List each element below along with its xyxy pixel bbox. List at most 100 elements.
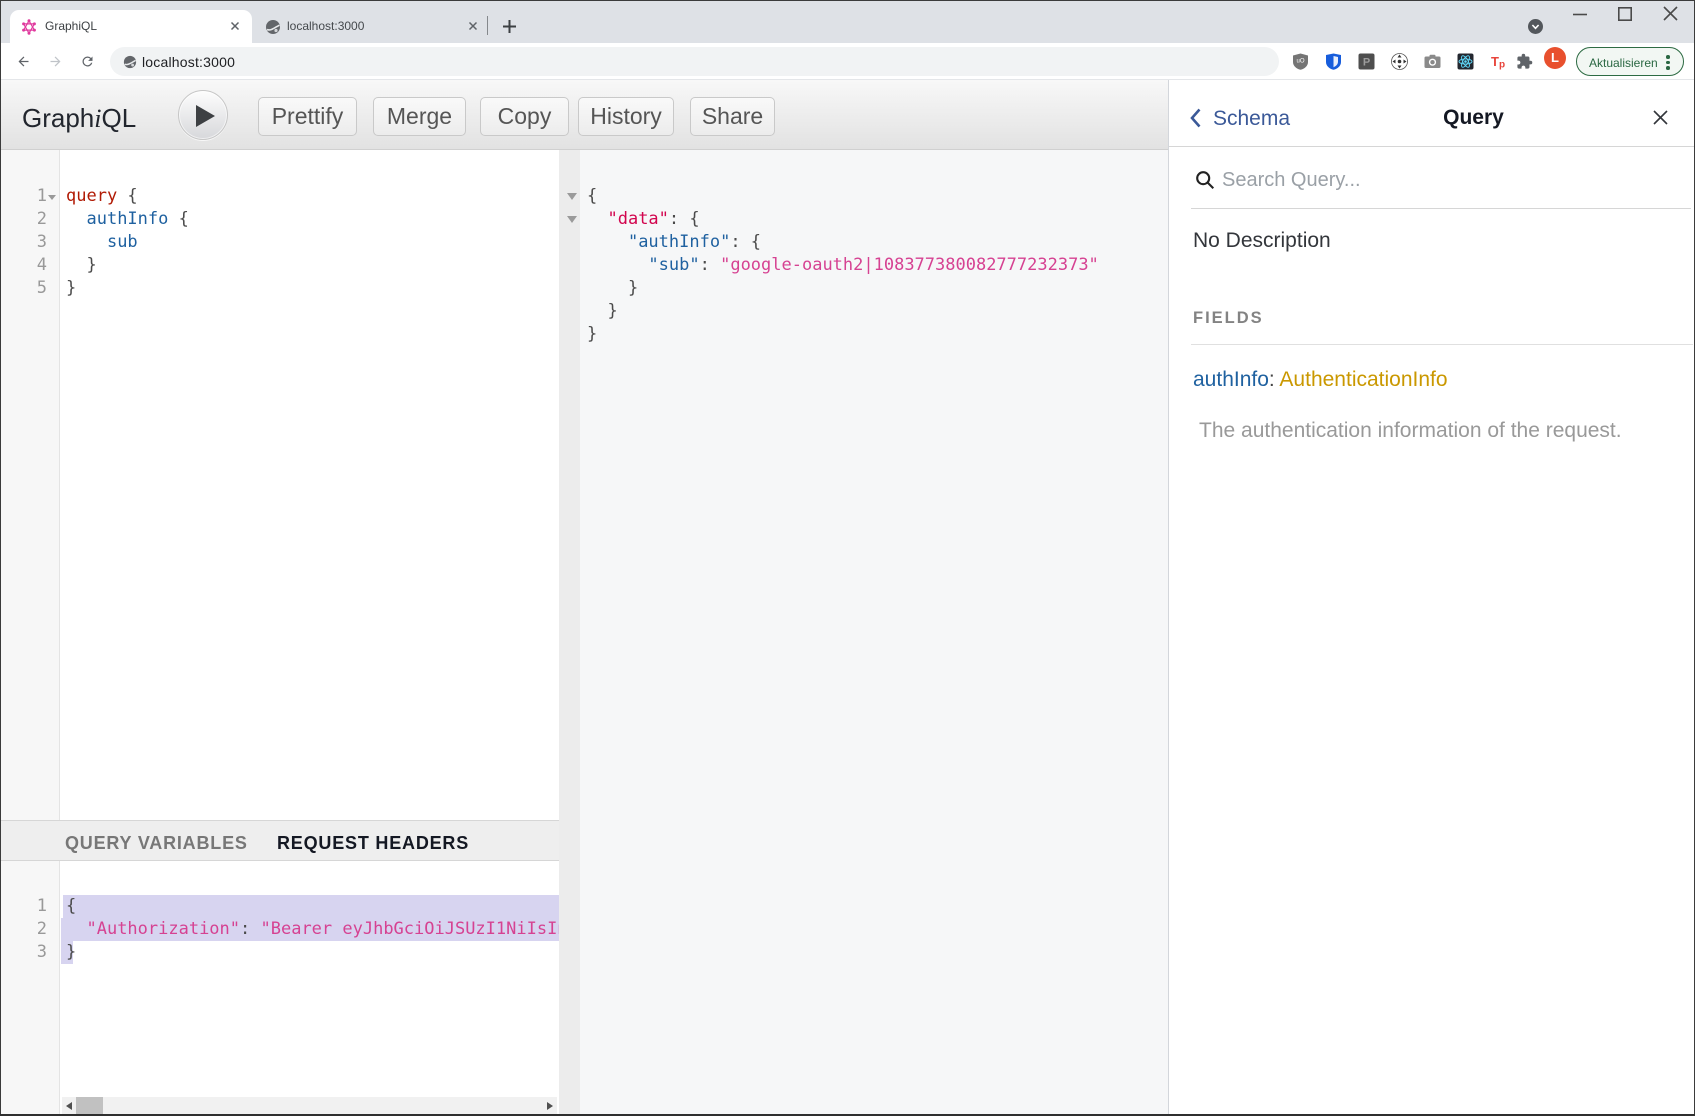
variables-code[interactable]: 1{2 "Authorization": "Bearer eyJhbGciOiJ… — [0, 861, 559, 964]
doc-search-input[interactable]: Search Query... — [1222, 169, 1361, 192]
tab-close-icon[interactable] — [227, 18, 243, 34]
code-line[interactable]: 2 "Authorization": "Bearer eyJhbGciOiJSU… — [0, 918, 559, 941]
extension-bitwarden-icon[interactable] — [1325, 53, 1342, 70]
tab-close-icon[interactable] — [465, 18, 481, 34]
query-code[interactable]: 1 query {2 authInfo {3 sub4 }5} — [0, 150, 559, 300]
fold-arrow-icon[interactable] — [567, 216, 577, 223]
selection-highlight — [63, 895, 559, 918]
graphiql-logo: GraphiQL — [22, 103, 136, 134]
window-maximize-button[interactable] — [1618, 7, 1632, 21]
code-line[interactable]: "sub": "google-oauth2|108377380082777232… — [580, 254, 1189, 277]
scrollbar-left-arrow[interactable] — [66, 1102, 72, 1110]
doc-field-item: authInfo: AuthenticationInfo — [1193, 368, 1448, 392]
logo-italic-i: i — [94, 104, 101, 133]
extension-move-icon[interactable] — [1391, 53, 1408, 70]
extension-ublock-icon[interactable]: uO — [1292, 53, 1309, 70]
history-button[interactable]: History — [578, 97, 674, 136]
code-line[interactable]: 2 authInfo { — [0, 208, 559, 231]
code-text: query { — [66, 185, 138, 208]
code-line[interactable]: } — [580, 300, 1189, 323]
doc-close-icon[interactable] — [1653, 110, 1668, 125]
code-line[interactable]: 4 } — [0, 254, 559, 277]
field-name-link[interactable]: authInfo — [1193, 368, 1269, 391]
doc-field-description: The authentication information of the re… — [1199, 419, 1622, 443]
tab-localhost[interactable]: localhost:3000 — [252, 10, 482, 43]
copy-button[interactable]: Copy — [480, 97, 569, 136]
fold-arrow-icon[interactable] — [48, 195, 56, 200]
code-line[interactable]: 3 sub — [0, 231, 559, 254]
profile-avatar[interactable]: L — [1544, 47, 1566, 69]
avatar-letter: L — [1551, 50, 1559, 65]
request-headers-editor[interactable]: 1{2 "Authorization": "Bearer eyJhbGciOiJ… — [0, 861, 559, 1114]
code-text: "sub": "google-oauth2|108377380082777232… — [587, 254, 1099, 277]
tab-title: localhost:3000 — [287, 19, 364, 33]
code-text: { — [66, 895, 76, 918]
code-text: } — [587, 323, 597, 346]
svg-text:p: p — [1499, 60, 1505, 71]
result-gutter — [559, 150, 580, 1116]
line-number: 1 — [0, 895, 47, 918]
logo-text: QL — [102, 103, 137, 133]
address-bar[interactable]: localhost:3000 — [110, 47, 1279, 76]
doc-title: Query — [1290, 106, 1657, 130]
search-icon — [1195, 170, 1215, 190]
browser-tab-strip: GraphiQL localhost:3000 — [0, 0, 1695, 43]
code-line[interactable]: 1 query { — [0, 185, 559, 208]
back-chevron-icon[interactable] — [1190, 108, 1201, 128]
window-border-left — [0, 0, 1, 1116]
fold-arrow-icon[interactable] — [567, 193, 577, 200]
extension-react-devtools-icon[interactable] — [1457, 53, 1474, 70]
code-line[interactable]: 3} — [0, 941, 559, 964]
horizontal-scrollbar[interactable] — [62, 1097, 557, 1114]
line-number: 1 — [0, 185, 47, 208]
code-line[interactable]: } — [580, 323, 1189, 346]
extension-tp-icon[interactable]: T p — [1490, 53, 1507, 70]
doc-back-link[interactable]: Schema — [1213, 107, 1290, 131]
update-label: Aktualisieren — [1589, 56, 1658, 70]
back-button[interactable] — [16, 54, 31, 69]
result-code: { "data": { "authInfo": { "sub": "google… — [580, 150, 1189, 346]
result-pane: { "data": { "authInfo": { "sub": "google… — [559, 150, 1168, 1116]
code-line[interactable]: { — [580, 185, 1189, 208]
line-number: 4 — [0, 254, 47, 277]
code-line[interactable]: "authInfo": { — [580, 231, 1189, 254]
logo-text: Graph — [22, 103, 94, 133]
fields-underline — [1191, 344, 1693, 345]
forward-button[interactable] — [48, 54, 63, 69]
svg-text:P: P — [1363, 57, 1370, 69]
new-tab-button[interactable] — [502, 19, 517, 34]
reload-button[interactable] — [80, 54, 95, 69]
tab-request-headers[interactable]: REQUEST HEADERS — [277, 833, 469, 854]
prettify-button[interactable]: Prettify — [258, 97, 357, 136]
window-minimize-button[interactable] — [1573, 13, 1587, 16]
extensions-puzzle-icon[interactable] — [1516, 53, 1533, 70]
extension-p-icon[interactable]: P — [1358, 53, 1375, 70]
code-line[interactable]: 1{ — [0, 895, 559, 918]
extension-camera-icon[interactable] — [1424, 53, 1441, 70]
merge-button[interactable]: Merge — [373, 97, 466, 136]
code-text: } — [66, 254, 97, 277]
code-text: "data": { — [587, 208, 700, 231]
field-type-link[interactable]: AuthenticationInfo — [1279, 368, 1447, 391]
window-close-button[interactable] — [1663, 6, 1678, 21]
tab-separator — [487, 16, 488, 35]
code-line[interactable]: 5} — [0, 277, 559, 300]
tab-search-button[interactable] — [1528, 19, 1543, 34]
tab-query-variables[interactable]: QUERY VARIABLES — [65, 833, 248, 854]
field-colon: : — [1269, 368, 1280, 391]
site-info-globe-icon[interactable] — [123, 55, 137, 69]
tab-graphiql[interactable]: GraphiQL — [10, 10, 252, 43]
execute-query-button[interactable] — [178, 90, 228, 140]
scrollbar-right-arrow[interactable] — [547, 1102, 553, 1110]
line-number: 2 — [0, 208, 47, 231]
code-text: } — [587, 300, 618, 323]
code-line[interactable]: "data": { — [580, 208, 1189, 231]
query-editor[interactable]: 1 query {2 authInfo {3 sub4 }5} — [0, 150, 559, 820]
share-button[interactable]: Share — [690, 97, 775, 136]
doc-explorer-panel: Schema Query Search Query... No Descript… — [1168, 80, 1695, 1116]
scrollbar-thumb[interactable] — [76, 1097, 103, 1114]
code-text: } — [66, 941, 76, 964]
browser-update-button[interactable]: Aktualisieren — [1576, 47, 1684, 76]
variables-title-bar: QUERY VARIABLES REQUEST HEADERS — [0, 820, 559, 861]
code-line[interactable]: } — [580, 277, 1189, 300]
